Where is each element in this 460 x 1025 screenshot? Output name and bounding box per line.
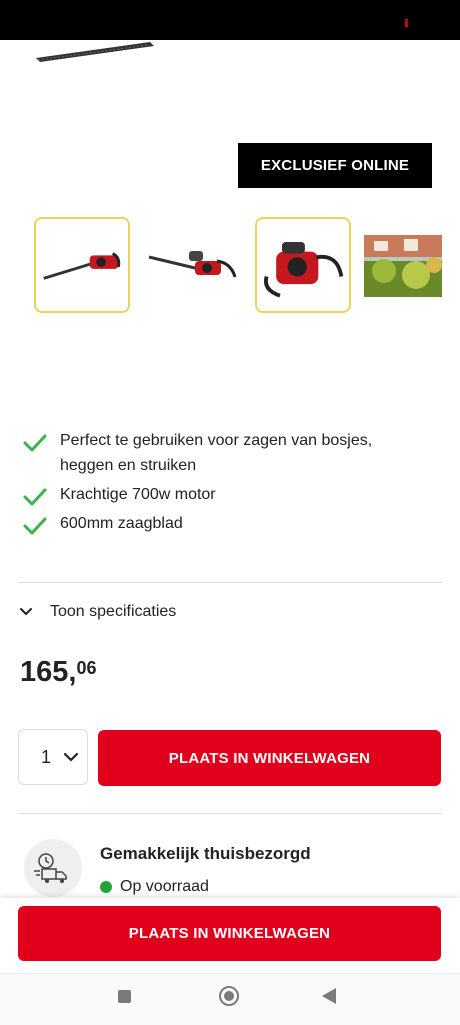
- feature-item: 600mm zaagblad: [0, 511, 460, 536]
- product-price: 165,06: [20, 656, 96, 689]
- hedge-trimmer-image: [148, 251, 237, 278]
- thumb-hedge-trimmer-angle[interactable]: [145, 217, 241, 313]
- recent-apps-icon[interactable]: [118, 990, 131, 1003]
- garden-photo-image: [364, 235, 442, 297]
- specifications-label: Toon specificaties: [50, 603, 177, 620]
- check-icon: [23, 517, 47, 535]
- quantity-value: 1: [41, 746, 52, 767]
- home-icon[interactable]: [219, 986, 239, 1006]
- hedge-trimmer-image: [264, 242, 344, 298]
- in-stock-dot-icon: [100, 881, 112, 893]
- delivery-title: Gemakkelijk thuisbezorgd: [100, 844, 311, 863]
- feature-item: Perfect te gebruiken voor zagen van bosj…: [0, 428, 460, 478]
- notification-dot: [405, 19, 408, 27]
- image-thumbnails: [0, 217, 460, 317]
- sticky-add-to-cart-button[interactable]: PLAATS IN WINKELWAGEN: [18, 906, 441, 961]
- feature-text: 600mm zaagblad: [60, 515, 183, 532]
- feature-item: Krachtige 700w motor: [0, 482, 460, 507]
- show-specifications-toggle[interactable]: Toon specificaties: [18, 598, 176, 626]
- price-decimals: 06: [76, 658, 97, 678]
- exclusive-online-badge: EXCLUSIEF ONLINE: [238, 143, 432, 188]
- feature-text: Perfect te gebruiken voor zagen van bosj…: [60, 432, 373, 474]
- thumb-hedge-trimmer-engine[interactable]: [255, 217, 351, 313]
- chevron-down-icon: [63, 752, 79, 762]
- stock-status: Op voorraad: [100, 878, 209, 896]
- feature-text: Krachtige 700w motor: [60, 486, 216, 503]
- price-integer: 165,: [20, 656, 77, 688]
- sticky-cart-bar: PLAATS IN WINKELWAGEN: [0, 898, 460, 973]
- delivery-truck-icon: [24, 839, 82, 897]
- back-icon[interactable]: [322, 988, 336, 1004]
- add-to-cart-button[interactable]: PLAATS IN WINKELWAGEN: [98, 730, 441, 786]
- stock-text: Op voorraad: [120, 878, 209, 895]
- thumb-hedge-trimmer-side[interactable]: [34, 217, 130, 313]
- hedge-trimmer-image: [43, 252, 121, 280]
- thumb-hedge-in-use[interactable]: [364, 235, 442, 297]
- divider: [18, 813, 442, 814]
- quantity-select[interactable]: 1: [18, 729, 88, 785]
- feature-list: Perfect te gebruiken voor zagen van bosj…: [0, 428, 460, 540]
- status-bar: [0, 0, 460, 40]
- divider: [18, 582, 442, 583]
- check-icon: [23, 434, 47, 452]
- product-image-partial: [36, 42, 154, 62]
- android-nav-bar: [0, 973, 460, 1025]
- check-icon: [23, 488, 47, 506]
- chevron-down-icon: [20, 608, 32, 616]
